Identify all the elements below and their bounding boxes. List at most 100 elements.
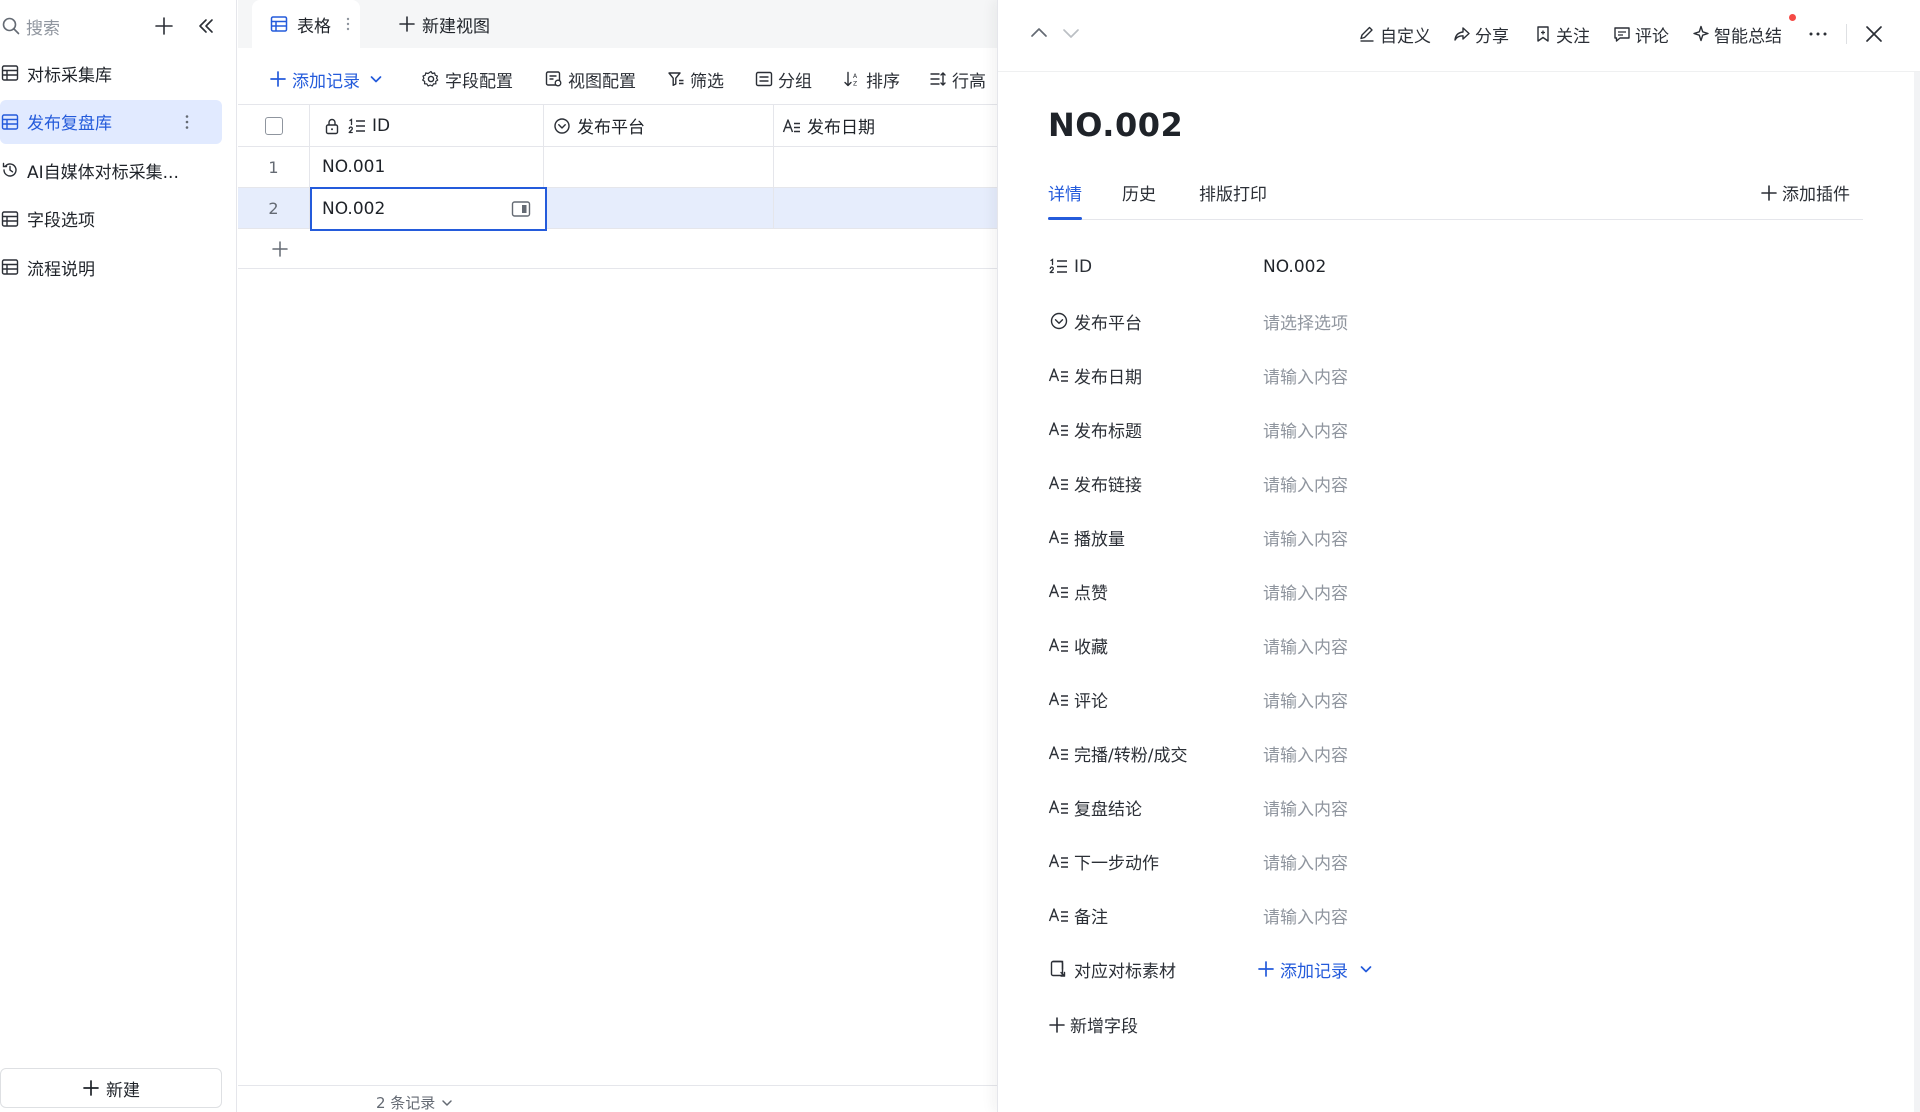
field-row: 收藏 请输入内容 bbox=[1048, 618, 1863, 672]
add-row[interactable] bbox=[238, 229, 997, 269]
column-header-platform[interactable]: 发布平台 bbox=[544, 105, 774, 146]
field-value-placeholder[interactable]: 请输入内容 bbox=[1263, 363, 1348, 388]
field-config-button[interactable]: 字段配置 bbox=[421, 66, 513, 92]
tab-print-layout[interactable]: 排版打印 bbox=[1199, 180, 1267, 220]
filter-icon bbox=[666, 69, 686, 89]
add-field-label: 新增字段 bbox=[1070, 1017, 1138, 1037]
search-placeholder: 搜索 bbox=[26, 18, 60, 39]
table-row[interactable]: 1 NO.001 bbox=[238, 147, 1004, 188]
field-value-placeholder[interactable]: 请输入内容 bbox=[1263, 579, 1348, 604]
new-view-button[interactable]: 新建视图 bbox=[398, 0, 490, 48]
tab-history[interactable]: 历史 bbox=[1122, 180, 1156, 220]
close-icon[interactable] bbox=[1862, 22, 1886, 46]
table-icon bbox=[0, 209, 20, 229]
add-field-button[interactable]: 新增字段 bbox=[1048, 1012, 1138, 1037]
add-linked-record-button[interactable]: 添加记录 bbox=[1256, 957, 1378, 982]
follow-button[interactable]: 关注 bbox=[1534, 22, 1590, 47]
sidebar-item-publish-review-library[interactable]: 发布复盘库 bbox=[0, 99, 222, 144]
cell-publish-date[interactable] bbox=[774, 188, 1004, 228]
chevron-down-icon bbox=[440, 1096, 454, 1110]
more-horizontal-icon[interactable] bbox=[1806, 22, 1830, 46]
cell-id-value: NO.002 bbox=[322, 199, 386, 219]
sidebar-item-benchmark-library[interactable]: 对标采集库 bbox=[0, 51, 222, 95]
view-config-button[interactable]: 视图配置 bbox=[544, 66, 636, 92]
cell-platform[interactable] bbox=[544, 147, 774, 187]
select-all-cell[interactable] bbox=[238, 105, 310, 146]
add-icon[interactable] bbox=[152, 14, 176, 38]
row-height-button[interactable]: 行高 bbox=[928, 66, 986, 92]
chevron-down-icon[interactable] bbox=[1060, 22, 1082, 44]
detail-tabs: 详情 历史 排版打印 添加插件 bbox=[1048, 176, 1863, 220]
table-row[interactable]: 2 NO.002 bbox=[238, 187, 1004, 231]
more-vertical-icon[interactable] bbox=[177, 112, 197, 132]
share-button[interactable]: 分享 bbox=[1453, 22, 1509, 47]
cell-platform[interactable] bbox=[544, 188, 774, 228]
tab-details[interactable]: 详情 bbox=[1048, 180, 1082, 220]
edit-icon bbox=[1358, 25, 1376, 43]
text-field-icon bbox=[1048, 742, 1070, 764]
field-value-placeholder[interactable]: 请输入内容 bbox=[1263, 471, 1348, 496]
cell-publish-date[interactable] bbox=[774, 147, 1004, 187]
group-button[interactable]: 分组 bbox=[754, 66, 812, 92]
field-value-placeholder[interactable]: 请输入内容 bbox=[1263, 903, 1348, 928]
text-field-icon bbox=[1048, 580, 1070, 602]
chevron-down-icon[interactable] bbox=[368, 71, 384, 87]
data-grid: ID 发布平台 发布日期 发布 1 bbox=[238, 104, 1054, 269]
field-value-placeholder[interactable]: 请输入内容 bbox=[1263, 849, 1348, 874]
plus-icon[interactable] bbox=[271, 240, 289, 258]
sort-label: 排序 bbox=[866, 71, 900, 92]
column-header-id[interactable]: ID bbox=[310, 105, 544, 146]
column-header-label: 发布平台 bbox=[577, 118, 645, 138]
tab-grid-view[interactable]: 表格 bbox=[252, 0, 360, 48]
collapse-sidebar-icon[interactable] bbox=[194, 14, 218, 38]
notification-dot bbox=[1789, 14, 1796, 21]
more-vertical-icon[interactable] bbox=[340, 14, 356, 34]
chevron-up-icon[interactable] bbox=[1028, 22, 1050, 44]
field-row: 下一步动作 请输入内容 bbox=[1048, 834, 1863, 888]
field-value-placeholder[interactable]: 请选择选项 bbox=[1263, 309, 1348, 334]
field-name: 发布日期 bbox=[1074, 367, 1142, 388]
field-value-placeholder[interactable]: 请输入内容 bbox=[1263, 687, 1348, 712]
add-plugin-button[interactable]: 添加插件 bbox=[1760, 180, 1850, 205]
field-name: 评论 bbox=[1074, 691, 1108, 712]
field-name: 收藏 bbox=[1074, 637, 1108, 658]
bookmark-icon bbox=[1534, 25, 1552, 43]
plus-icon bbox=[1048, 1016, 1066, 1034]
lock-icon bbox=[322, 116, 342, 136]
column-header-publish-date[interactable]: 发布日期 bbox=[774, 105, 1004, 146]
field-value[interactable]: NO.002 bbox=[1263, 257, 1326, 277]
field-value-placeholder[interactable]: 请输入内容 bbox=[1263, 741, 1348, 766]
field-name: 播放量 bbox=[1074, 529, 1125, 550]
autonumber-icon bbox=[1048, 256, 1070, 278]
history-icon bbox=[0, 160, 20, 180]
select-all-checkbox[interactable] bbox=[264, 116, 283, 135]
expand-record-icon[interactable] bbox=[511, 200, 531, 218]
sparkle-icon bbox=[1692, 25, 1710, 43]
add-record-button[interactable]: 添加记录 bbox=[268, 66, 388, 92]
cell-id[interactable]: NO.001 bbox=[310, 147, 544, 187]
comment-button[interactable]: 评论 bbox=[1613, 22, 1669, 47]
record-count[interactable]: 2 条记录 bbox=[376, 1092, 454, 1112]
active-cell[interactable]: NO.002 bbox=[310, 187, 547, 231]
row-index: 1 bbox=[238, 147, 310, 187]
sidebar: 搜索 对标采集库 发布复盘库 AI自媒体对标采集... 字段选项 流程说明 新建 bbox=[0, 0, 237, 1112]
sort-button[interactable]: AZ 排序 bbox=[842, 66, 900, 92]
filter-button[interactable]: 筛选 bbox=[666, 66, 724, 92]
field-value-placeholder[interactable]: 请输入内容 bbox=[1263, 795, 1348, 820]
grid-header-row: ID 发布平台 发布日期 发布 bbox=[238, 104, 1054, 151]
chevron-down-icon[interactable] bbox=[1358, 961, 1374, 977]
scrollbar[interactable] bbox=[1914, 72, 1920, 1112]
field-value-placeholder[interactable]: 请输入内容 bbox=[1263, 633, 1348, 658]
sidebar-item-process-notes[interactable]: 流程说明 bbox=[0, 245, 222, 289]
sidebar-item-label: 流程说明 bbox=[27, 259, 95, 280]
field-value-placeholder[interactable]: 请输入内容 bbox=[1263, 417, 1348, 442]
sidebar-item-label: 对标采集库 bbox=[27, 65, 112, 86]
sidebar-item-ai-media-benchmark[interactable]: AI自媒体对标采集... bbox=[0, 148, 222, 192]
sidebar-search[interactable]: 搜索 bbox=[0, 8, 237, 44]
row-height-label: 行高 bbox=[952, 71, 986, 92]
field-value-placeholder[interactable]: 请输入内容 bbox=[1263, 525, 1348, 550]
sidebar-item-field-options[interactable]: 字段选项 bbox=[0, 197, 222, 241]
new-button[interactable]: 新建 bbox=[0, 1068, 222, 1108]
customize-button[interactable]: 自定义 bbox=[1358, 22, 1431, 47]
ai-summary-button[interactable]: 智能总结 bbox=[1692, 22, 1782, 47]
